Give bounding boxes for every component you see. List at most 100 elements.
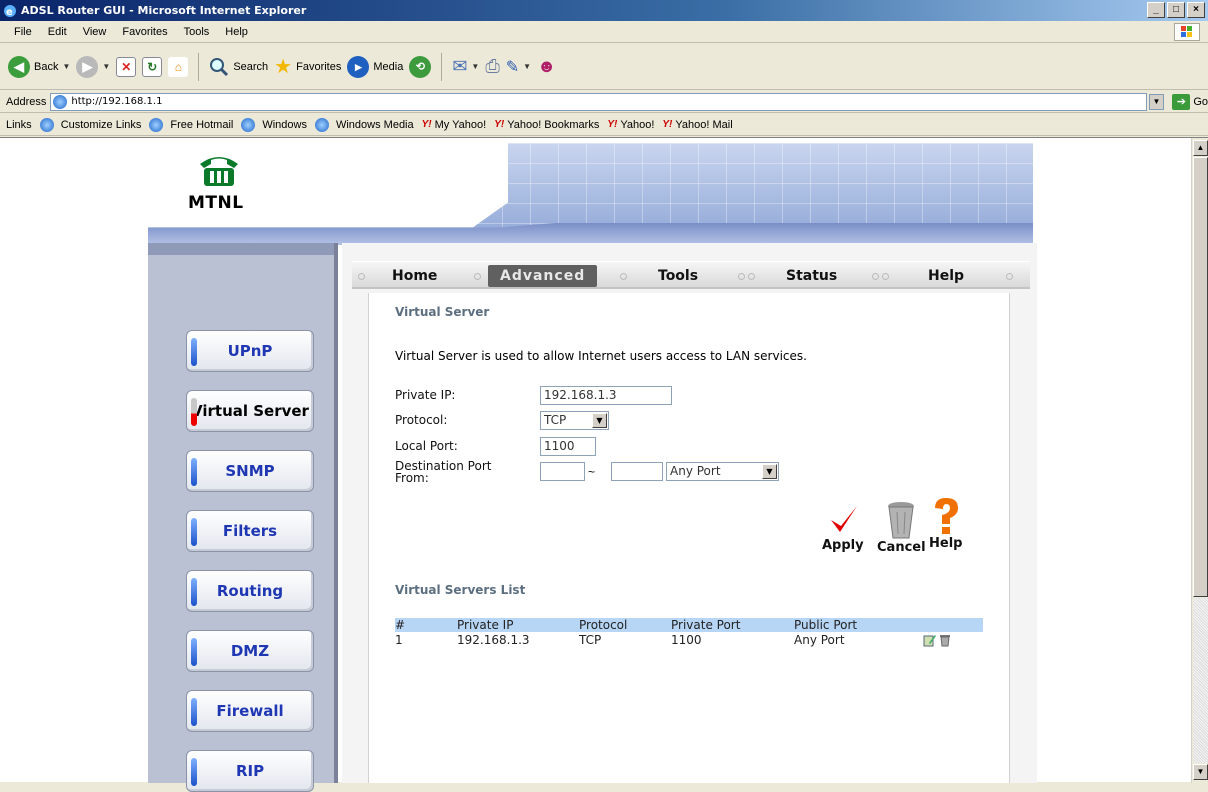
mail-dropdown-icon: ▼	[471, 62, 480, 71]
yahoo-icon: Y!	[607, 119, 618, 130]
back-dropdown-icon[interactable]: ▼	[62, 62, 70, 71]
search-button[interactable]: Search	[209, 57, 268, 77]
tab-status[interactable]: Status	[786, 268, 837, 284]
address-dropdown-icon[interactable]: ▼	[1148, 93, 1165, 110]
mail-button[interactable]: ✉ ▼	[452, 56, 479, 77]
local-port-input[interactable]: 1100	[540, 437, 596, 456]
scroll-thumb[interactable]	[1193, 157, 1208, 597]
local-port-label: Local Port:	[395, 439, 458, 453]
column-header-private-ip: Private IP	[457, 618, 514, 632]
nav-tab-indicator	[191, 458, 197, 486]
private-ip-input[interactable]: 192.168.1.3	[540, 386, 672, 405]
sidebar-item-upnp[interactable]: UPnP	[186, 330, 314, 372]
destination-port-select-value: Any Port	[670, 464, 721, 478]
cell-private-port: 1100	[671, 633, 702, 647]
telephone-logo-icon	[200, 157, 238, 186]
row-actions	[923, 633, 952, 647]
edit-button[interactable]: ✎ ▼	[506, 57, 531, 77]
favorites-button[interactable]: ★ Favorites	[274, 54, 341, 79]
link-windows-media[interactable]: Windows Media	[314, 117, 414, 132]
media-button[interactable]: ▸ Media	[347, 55, 403, 78]
edit-row-icon[interactable]	[923, 633, 937, 647]
sidebar-item-dmz[interactable]: DMZ	[186, 630, 314, 672]
sidebar-item-virtual-server[interactable]: Virtual Server	[186, 390, 314, 432]
tab-divider-icon	[474, 273, 481, 280]
messenger-icon[interactable]: ☻	[537, 56, 556, 77]
link-windows[interactable]: Windows	[241, 117, 307, 132]
delete-row-icon[interactable]	[938, 633, 952, 647]
forward-button[interactable]: ▶ ▼	[76, 55, 110, 78]
address-input[interactable]: http://192.168.1.1	[50, 92, 1147, 111]
link-text: Yahoo! Mail	[675, 118, 733, 131]
sidebar-item-firewall[interactable]: Firewall	[186, 690, 314, 732]
nav-tab-indicator	[191, 398, 197, 426]
menu-file[interactable]: File	[6, 26, 40, 38]
virtual-servers-table: # Private IP Protocol Private Port Publi…	[395, 618, 983, 648]
tab-help[interactable]: Help	[928, 268, 964, 284]
go-button[interactable]: ➔ Go	[1172, 93, 1208, 110]
trash-can-icon	[888, 502, 915, 539]
content-frame: Home Advanced Tools Status Help Virtual …	[342, 243, 1037, 783]
page-scrollbar[interactable]: ▲ ▼	[1191, 138, 1208, 783]
mtnl-logo: MTNL	[188, 150, 244, 213]
home-icon[interactable]: ⌂	[168, 56, 189, 77]
print-icon[interactable]: ⎙	[485, 56, 499, 77]
section-description: Virtual Server is used to allow Internet…	[395, 349, 807, 363]
column-header-protocol: Protocol	[579, 618, 628, 632]
tab-tools[interactable]: Tools	[658, 268, 698, 284]
tab-home[interactable]: Home	[392, 268, 437, 284]
history-icon[interactable]: ⟲	[409, 55, 432, 78]
scroll-down-icon[interactable]: ▼	[1193, 764, 1208, 780]
tab-advanced[interactable]: Advanced	[488, 265, 598, 287]
link-text: Windows Media	[335, 118, 414, 131]
link-yahoo-bookmarks[interactable]: Y! Yahoo! Bookmarks	[494, 119, 599, 131]
link-text: My Yahoo!	[434, 118, 487, 131]
column-header-private-port: Private Port	[671, 618, 741, 632]
back-button[interactable]: ◀ Back ▼	[8, 55, 70, 78]
link-yahoo-mail[interactable]: Y! Yahoo! Mail	[662, 119, 732, 131]
window-title: ADSL Router GUI - Microsoft Internet Exp…	[21, 4, 307, 17]
ie-link-icon	[241, 117, 256, 132]
back-arrow-icon: ◀	[8, 55, 30, 78]
help-button[interactable]: Help	[929, 496, 962, 551]
protocol-label: Protocol:	[395, 413, 448, 427]
scroll-track[interactable]	[1193, 598, 1208, 763]
link-yahoo[interactable]: Y! Yahoo!	[607, 119, 654, 131]
maximize-button[interactable]: □	[1167, 2, 1185, 18]
yahoo-icon: Y!	[662, 119, 673, 130]
protocol-value: TCP	[544, 413, 567, 427]
minimize-button[interactable]: _	[1147, 2, 1165, 18]
close-button[interactable]: ×	[1187, 2, 1205, 18]
table-header-row: # Private IP Protocol Private Port Publi…	[395, 618, 983, 632]
destination-port-select[interactable]: Any Port ▼	[666, 462, 779, 481]
list-title: Virtual Servers List	[395, 583, 526, 597]
sidebar-item-routing[interactable]: Routing	[186, 570, 314, 612]
search-label: Search	[233, 60, 269, 73]
sidebar-item-filters[interactable]: Filters	[186, 510, 314, 552]
sidebar-item-rip[interactable]: RIP	[186, 750, 314, 792]
stop-icon[interactable]: ✕	[116, 56, 137, 77]
destination-port-to-input[interactable]	[611, 462, 663, 481]
forward-dropdown-icon[interactable]: ▼	[102, 62, 110, 71]
link-text: Customize Links	[60, 118, 142, 131]
menu-edit[interactable]: Edit	[40, 26, 75, 38]
protocol-select[interactable]: TCP ▼	[540, 411, 609, 430]
apply-button[interactable]: Apply	[822, 502, 864, 553]
link-my-yahoo[interactable]: Y! My Yahoo!	[422, 119, 487, 131]
media-icon: ▸	[347, 55, 370, 78]
link-free-hotmail[interactable]: Free Hotmail	[149, 117, 233, 132]
menu-view[interactable]: View	[75, 26, 115, 38]
menu-favorites[interactable]: Favorites	[114, 26, 175, 38]
sidebar-item-label: UPnP	[227, 342, 273, 360]
menu-help[interactable]: Help	[217, 26, 256, 38]
refresh-icon[interactable]: ↻	[142, 56, 163, 77]
menu-tools[interactable]: Tools	[176, 26, 218, 38]
mail-icon: ✉	[452, 56, 468, 76]
link-customize-links[interactable]: Customize Links	[39, 117, 142, 132]
cancel-button[interactable]: Cancel	[877, 500, 926, 555]
destination-port-from-input[interactable]	[540, 462, 585, 481]
scroll-up-icon[interactable]: ▲	[1193, 140, 1208, 156]
links-label: Links	[6, 118, 32, 131]
chevron-down-icon: ▼	[762, 464, 777, 479]
sidebar-item-snmp[interactable]: SNMP	[186, 450, 314, 492]
